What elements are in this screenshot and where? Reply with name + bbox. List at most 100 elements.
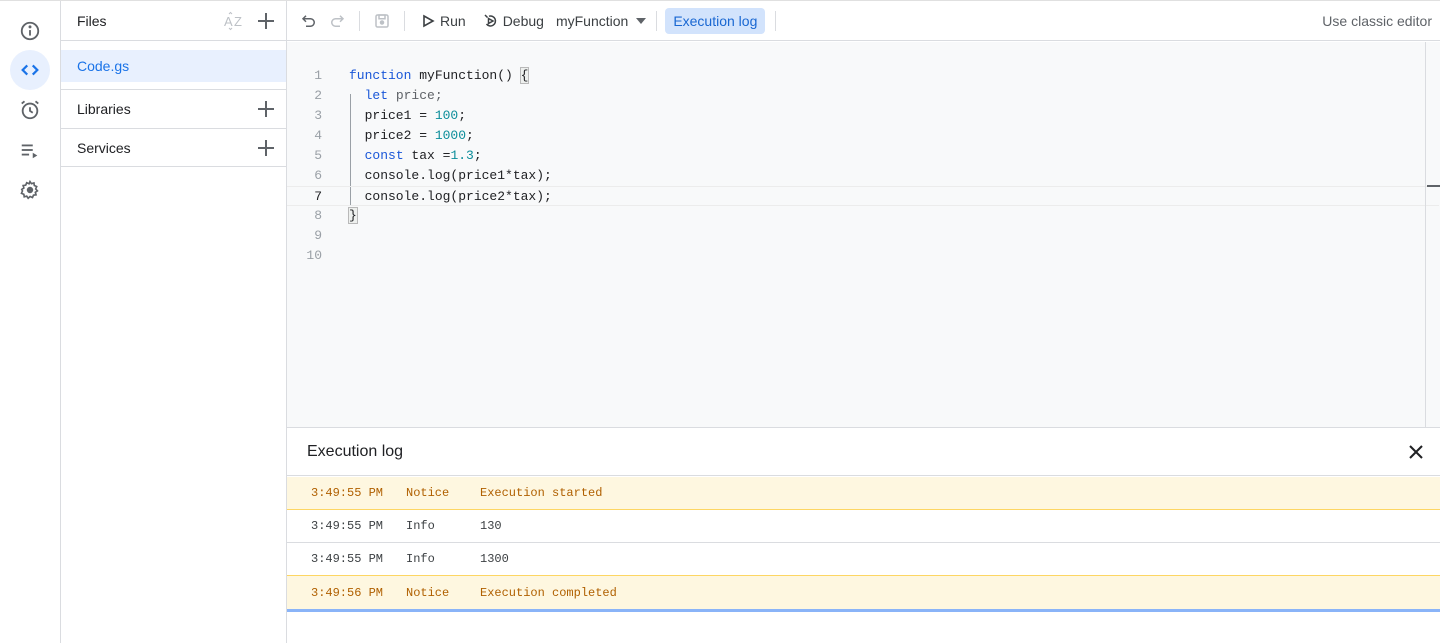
log-level: Info <box>406 552 435 566</box>
code-token: } <box>348 207 358 224</box>
log-time: 3:49:55 PM <box>311 519 384 533</box>
redo-button[interactable] <box>325 9 349 33</box>
line-number: 5 <box>314 148 322 163</box>
code-line[interactable]: 9 <box>287 226 1440 246</box>
info-icon <box>20 21 40 41</box>
execution-log-button[interactable]: Execution log <box>665 7 766 34</box>
log-row: 3:49:56 PM Notice Execution completed <box>287 576 1440 609</box>
log-level: Info <box>406 519 435 533</box>
use-classic-editor-link[interactable]: Use classic editor <box>1322 13 1432 29</box>
undo-button[interactable] <box>297 9 321 33</box>
add-library-button[interactable] <box>256 99 276 119</box>
left-nav-rail <box>0 1 61 643</box>
log-time: 3:49:55 PM <box>311 552 384 566</box>
function-select[interactable]: myFunction <box>555 12 647 29</box>
rail-overview-button[interactable] <box>10 11 50 51</box>
code-token: myFunction() <box>411 68 521 83</box>
services-label: Services <box>77 139 131 156</box>
line-number: 7 <box>314 189 322 204</box>
log-time: 3:49:56 PM <box>311 585 384 600</box>
rail-triggers-button[interactable] <box>10 90 50 130</box>
toolbar-divider <box>656 10 658 31</box>
code-line[interactable]: 10 <box>287 246 1440 266</box>
close-icon <box>1409 445 1423 459</box>
gear-icon <box>20 179 39 200</box>
code-token: console.log(price1*tax); <box>349 168 552 183</box>
line-number: 2 <box>314 88 322 103</box>
close-execution-log-button[interactable] <box>1406 442 1426 462</box>
code-line[interactable]: 7 console.log(price2*tax); <box>287 186 1439 206</box>
overview-ruler-cursor-mark <box>1427 185 1440 187</box>
code-text: } <box>348 206 358 226</box>
execution-log-header: Execution log <box>287 428 1440 476</box>
code-text: console.log(price1*tax); <box>349 166 552 186</box>
code-token: price; <box>388 88 443 103</box>
code-line[interactable]: 1 function myFunction() { <box>287 66 1440 86</box>
alarm-clock-icon <box>21 100 39 120</box>
files-header: Files AZ <box>61 1 286 41</box>
log-row: 3:49:55 PM Notice Execution started <box>287 477 1440 510</box>
add-service-button[interactable] <box>256 138 276 158</box>
code-text: console.log(price2*tax); <box>349 187 552 207</box>
code-token: 1.3 <box>450 148 474 163</box>
services-section: Services <box>61 128 286 167</box>
code-token: 1000 <box>434 128 467 143</box>
code-token: price2 = <box>349 128 435 143</box>
execution-log-title: Execution log <box>307 442 404 460</box>
code-text: let price; <box>349 86 443 106</box>
sort-az-icon[interactable]: AZ <box>223 11 245 31</box>
run-label: Run <box>440 12 466 29</box>
code-text: const tax =1.3; <box>349 146 482 166</box>
code-line[interactable]: 5 const tax =1.3; <box>287 146 1440 166</box>
add-file-button[interactable] <box>256 11 276 31</box>
debug-button[interactable]: Debug <box>478 9 550 33</box>
code-token: tax = <box>403 148 451 163</box>
file-item-code-gs[interactable]: Code.gs <box>61 50 286 82</box>
code-token: const <box>364 148 404 163</box>
toolbar-divider <box>359 10 360 31</box>
log-message: Execution completed <box>480 585 617 600</box>
log-time: 3:49:55 PM <box>311 486 384 500</box>
rail-settings-button[interactable] <box>10 170 50 210</box>
log-row: 3:49:55 PM Info 130 <box>287 510 1440 543</box>
line-number: 10 <box>306 248 322 263</box>
log-message: Execution started <box>480 486 603 500</box>
debug-icon <box>484 13 496 27</box>
log-level: Notice <box>406 486 450 500</box>
save-icon <box>375 13 389 28</box>
code-text: function myFunction() { <box>349 66 530 86</box>
libraries-label: Libraries <box>77 101 131 117</box>
code-token: function <box>349 68 412 83</box>
code-line[interactable]: 8} <box>287 206 1440 226</box>
code-line[interactable]: 6 console.log(price1*tax); <box>287 166 1440 186</box>
rail-executions-button[interactable] <box>10 130 50 170</box>
line-number: 6 <box>314 168 322 183</box>
code-token: ; <box>473 148 482 163</box>
code-line[interactable]: 2 let price; <box>287 86 1440 106</box>
run-button[interactable]: Run <box>415 9 472 33</box>
line-number: 9 <box>314 228 322 243</box>
code-token: ; <box>466 128 474 143</box>
editor-toolbar: Run Debug myFunction Execution log Use c… <box>287 1 1440 41</box>
code-line[interactable]: 3 price1 = 100; <box>287 106 1440 126</box>
code-token: price1 = <box>349 108 435 123</box>
plus-icon <box>258 13 274 29</box>
apps-script-editor: Files AZ Code.gs Libraries Services Run … <box>0 0 1440 643</box>
log-message: 130 <box>480 519 502 533</box>
code-text: price1 = 100; <box>349 106 466 126</box>
files-title: Files <box>77 12 107 29</box>
code-text: price2 = 1000; <box>349 126 474 146</box>
code-line[interactable]: 4 price2 = 1000; <box>287 126 1440 146</box>
log-row: 3:49:55 PM Info 1300 <box>287 543 1440 576</box>
function-select-value: myFunction <box>555 12 629 29</box>
plus-icon <box>258 140 274 156</box>
save-button[interactable] <box>370 9 394 33</box>
libraries-section: Libraries <box>61 89 286 128</box>
rail-editor-button[interactable] <box>10 50 50 90</box>
line-number: 4 <box>314 128 322 143</box>
code-icon <box>21 64 39 76</box>
line-number: 1 <box>314 68 322 83</box>
code-editor[interactable]: 1 function myFunction() {2 let price; 3 pr… <box>287 42 1440 428</box>
code-token: ; <box>458 108 467 123</box>
